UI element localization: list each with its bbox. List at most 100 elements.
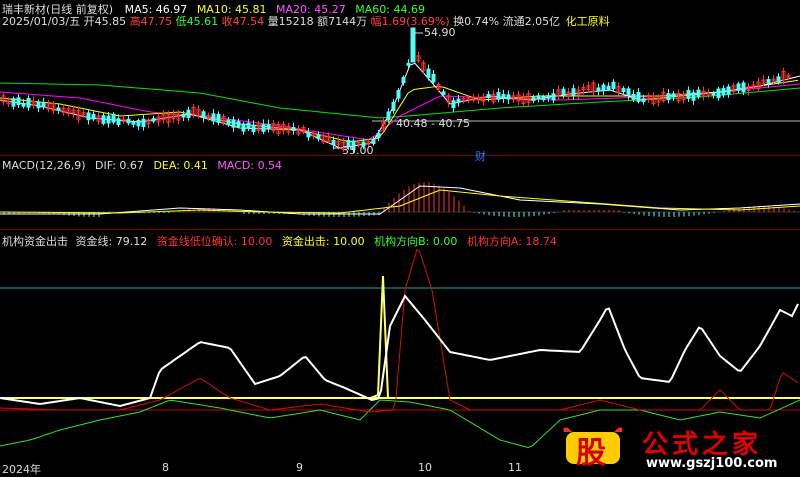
amount-label: 额 — [317, 15, 329, 28]
high-value: 47.75 — [140, 15, 173, 28]
price-candle — [546, 95, 551, 99]
fund-line — [0, 294, 799, 408]
price-candle — [396, 90, 401, 99]
price-candle — [266, 123, 271, 130]
indicator-line5: 机构方向A: 18.74 — [466, 235, 557, 248]
panel-separator-price — [0, 155, 800, 156]
price-candle — [501, 94, 506, 99]
price-candle — [106, 115, 111, 124]
indicator-line2: 资金线低位确认: 10.00 — [156, 235, 273, 248]
watermark-url: www.gszj100.com — [646, 456, 778, 471]
float-value: 2.05亿 — [524, 15, 561, 28]
close-value: 47.54 — [232, 15, 265, 28]
panel-separator-macd — [0, 229, 800, 230]
price-candle — [126, 118, 131, 124]
price-candle — [316, 134, 321, 140]
peak-price-label: 54.90 — [424, 26, 456, 39]
financial-report-badge[interactable]: 财 — [475, 148, 486, 164]
price-candle — [111, 113, 116, 123]
watermark-glyph: 股 — [576, 436, 606, 471]
macd-title[interactable]: MACD(12,26,9) — [2, 159, 86, 172]
price-candle — [606, 85, 611, 90]
price-candle — [776, 76, 781, 83]
price-candle — [131, 121, 136, 125]
price-candle — [506, 94, 511, 100]
price-candle — [441, 91, 446, 95]
price-candle — [631, 93, 636, 100]
price-candle — [626, 88, 631, 96]
price-candle — [686, 90, 691, 99]
price-candle — [306, 131, 311, 138]
price-candle — [371, 138, 376, 145]
price-candle — [16, 97, 21, 106]
close-label: 收 — [221, 15, 233, 28]
price-candle — [116, 118, 121, 126]
sector-label[interactable]: 化工原料 — [566, 15, 610, 28]
price-candle — [186, 109, 191, 118]
price-candle — [431, 73, 436, 83]
price-candle — [486, 93, 491, 98]
volume-value: 15218 — [278, 15, 314, 28]
quote-date: 2025/01/03/五 — [2, 15, 81, 28]
price-candle — [711, 92, 716, 96]
open-value: 45.85 — [94, 15, 127, 28]
volume-label: 量 — [267, 15, 279, 28]
price-candle — [666, 93, 671, 101]
price-candle — [201, 111, 206, 118]
x-axis-label-8: 8 — [162, 461, 169, 474]
change-label: 幅 — [370, 15, 382, 28]
indicator-line3: 资金出击: 10.00 — [281, 235, 365, 248]
price-candle — [101, 115, 106, 124]
price-candle — [536, 95, 541, 100]
price-candle — [406, 62, 411, 66]
price-candle — [376, 132, 381, 139]
macd-dif: DIF: 0.67 — [95, 159, 144, 172]
price-candle — [226, 119, 231, 126]
x-axis-label-10: 10 — [418, 461, 432, 474]
price-candle — [86, 112, 91, 121]
price-candle — [426, 68, 431, 78]
indicator-title[interactable]: 机构资金出击 — [2, 235, 68, 248]
price-candle — [251, 124, 256, 133]
price-candle — [216, 113, 221, 123]
price-candle — [331, 139, 336, 146]
macd-dif-line — [0, 185, 800, 215]
price-candle — [766, 79, 771, 84]
indicator-line1: 资金线: 79.12 — [75, 235, 148, 248]
price-candle — [531, 97, 536, 102]
quote-row: 2025/01/03/五 开45.85 高47.75 低45.61 收47.54… — [2, 13, 610, 29]
macd-header: MACD(12,26,9) DIF: 0.67 DEA: 0.41 MACD: … — [2, 159, 282, 172]
price-candle — [496, 92, 501, 100]
price-candle — [181, 114, 186, 118]
x-axis-label-11: 11 — [508, 461, 522, 474]
macd-dea: DEA: 0.41 — [153, 159, 208, 172]
price-candle — [721, 88, 726, 96]
float-label: 流通 — [502, 15, 525, 28]
price-candle — [456, 98, 461, 103]
watermark-logo: 股 公式之家 www.gszj100.com — [562, 424, 798, 472]
price-candle — [621, 88, 626, 93]
price-candle — [136, 120, 141, 127]
price-candle — [611, 81, 616, 90]
price-candle — [11, 98, 16, 107]
institution-direction-a-line — [0, 248, 799, 413]
support-level-label: 40.48 - 40.75 — [396, 117, 470, 130]
price-candle — [21, 103, 26, 107]
price-candle — [291, 126, 296, 131]
price-candle — [56, 107, 61, 111]
price-candle — [36, 101, 41, 109]
low-label: 低 — [175, 15, 187, 28]
price-candle — [691, 92, 696, 101]
price-candle — [391, 101, 396, 111]
price-candle — [571, 88, 576, 96]
price-candle — [636, 92, 641, 102]
price-candle — [236, 121, 241, 127]
price-candle — [596, 87, 601, 92]
price-candle — [551, 93, 556, 101]
price-candle — [241, 123, 246, 132]
indicator-line4: 机构方向B: 0.00 — [374, 235, 458, 248]
price-candle — [41, 101, 46, 108]
price-candle — [231, 119, 236, 128]
price-candle — [246, 122, 251, 129]
macd-value: MACD: 0.54 — [217, 159, 283, 172]
